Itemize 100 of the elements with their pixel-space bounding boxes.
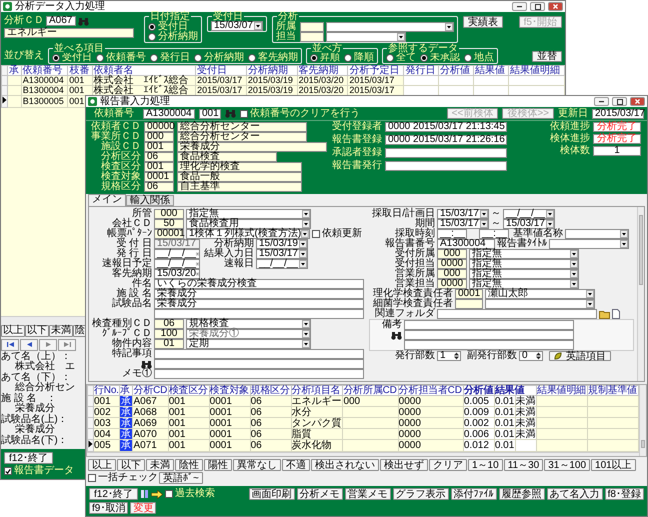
input-field[interactable] [404, 330, 574, 340]
dropdown[interactable]: 指定無 [186, 209, 311, 219]
dropdown[interactable]: 指定無 [469, 279, 579, 289]
dropdown[interactable]: 指定無 [469, 249, 579, 259]
column-header[interactable]: 承 [8, 66, 22, 76]
column-header[interactable]: 受付日 [196, 66, 246, 76]
spin-field[interactable]: 0 [519, 351, 543, 361]
minimize-button[interactable] [512, 2, 527, 11]
filter-button[interactable]: 1～10 [468, 459, 503, 471]
sort-button[interactable]: 並替 [532, 50, 562, 62]
filter-button[interactable]: 異常なし [233, 459, 281, 471]
column-header[interactable]: 検査区分 [168, 386, 210, 396]
input-field[interactable] [437, 309, 597, 319]
dropdown[interactable] [326, 22, 454, 32]
close-button[interactable] [548, 2, 563, 11]
filter-button[interactable]: クリア [429, 459, 467, 471]
column-header[interactable]: 依頼者名 [92, 66, 196, 76]
date-picker[interactable]: 15/03/17 [256, 249, 308, 259]
input-field[interactable]: A1300004 [437, 239, 495, 249]
filter-button[interactable]: 以下 [25, 324, 49, 336]
exit-button[interactable]: f12･終了 [89, 488, 138, 500]
filter-button[interactable]: 31～100 [544, 459, 590, 471]
column-header[interactable]: 規格区分 [250, 386, 292, 396]
row-header[interactable] [2, 96, 8, 108]
column-header[interactable]: 結果値明細 [536, 386, 588, 396]
input-field[interactable] [455, 299, 483, 309]
input-field[interactable] [300, 22, 324, 32]
column-header[interactable]: 分析項目名 [291, 386, 343, 396]
dropdown[interactable] [565, 229, 629, 239]
dropdown[interactable]: 食品検査用 [186, 219, 311, 229]
radio-button[interactable]: 依頼番号 [96, 53, 146, 63]
dropdown[interactable]: 規格検査 [186, 319, 311, 329]
input-field[interactable] [300, 32, 324, 42]
input-field[interactable] [154, 349, 364, 359]
radio-button[interactable]: 全て [386, 53, 416, 63]
bars-icon[interactable] [140, 489, 149, 499]
column-header[interactable]: 分析所属CD [342, 386, 398, 396]
column-header[interactable]: 枝番 [68, 66, 92, 76]
column-header[interactable]: 承 [120, 386, 133, 396]
input-field[interactable]: 0000 [437, 259, 467, 269]
english-items-button[interactable]: 英語項目 [549, 351, 611, 361]
input-field[interactable]: 000 [154, 209, 184, 219]
filter-button[interactable]: 検出されない [311, 459, 379, 471]
maximize-button[interactable] [612, 97, 627, 106]
date-picker[interactable]: __/__/__ [503, 209, 555, 219]
action-button[interactable]: f9･取消 [89, 502, 128, 514]
input-field[interactable] [404, 340, 574, 350]
english-button[interactable]: 英語ﾎﾞ~ [159, 472, 203, 484]
binoculars-icon[interactable] [141, 360, 152, 368]
minimize-button[interactable] [594, 97, 609, 106]
input-field[interactable]: 06 [154, 319, 184, 329]
input-field[interactable]: A067 [46, 16, 76, 26]
dropdown[interactable] [549, 239, 629, 249]
filter-button[interactable]: 未満 [146, 459, 174, 471]
checkbox[interactable]: 依頼番号のクリアを行う [240, 108, 360, 118]
filter-button[interactable]: 検出せず [380, 459, 428, 471]
action-button[interactable]: 履歴参照 [498, 488, 545, 500]
column-header[interactable]: 分析担当者CD [398, 386, 464, 396]
action-button[interactable]: 添付ﾌｧｲﾙ [450, 488, 497, 500]
checkbox[interactable]: 報告書データ [4, 466, 74, 476]
dropdown[interactable]: 指定無 [469, 259, 579, 269]
tab[interactable]: 輸入関係 [126, 195, 174, 206]
radio-button[interactable]: 分析納期 [148, 32, 198, 42]
exit-button[interactable]: f12･終了 [4, 452, 53, 464]
spin-field[interactable]: 1 [437, 351, 461, 361]
input-field[interactable]: 0001 [455, 289, 483, 299]
filter-button[interactable]: 以上 [1, 324, 25, 336]
column-header[interactable]: 結果値 [474, 66, 508, 76]
column-header[interactable]: 行No. [94, 386, 120, 396]
date-picker[interactable]: __/__/__ [256, 259, 308, 269]
dropdown[interactable] [326, 32, 406, 42]
report-button[interactable]: 実績表 [463, 16, 503, 28]
column-header[interactable]: 発行日 [404, 66, 439, 76]
radio-button[interactable]: 客先納期 [248, 53, 298, 63]
maximize-button[interactable] [530, 2, 545, 11]
date-picker[interactable]: 15/03/17 [437, 209, 489, 219]
column-header[interactable]: 結果値 [494, 386, 537, 396]
input-field[interactable]: 000 [437, 249, 467, 259]
input-field[interactable]: 栄養成分 [154, 299, 364, 309]
time-field[interactable]: __:__ [479, 229, 509, 239]
radio-button[interactable]: 降順 [344, 53, 374, 63]
action-button[interactable]: あて名入力 [546, 488, 603, 500]
checkbox[interactable]: 一括チェック [88, 473, 158, 483]
input-field[interactable]: 01 [154, 339, 184, 349]
filter-button[interactable]: 11～30 [504, 459, 544, 471]
previous-button[interactable] [20, 338, 38, 350]
filter-button[interactable]: 陰性 [175, 459, 203, 471]
column-header[interactable]: 分析納期 [246, 66, 298, 76]
input-field[interactable] [154, 369, 364, 379]
dropdown[interactable]: 指定無 [469, 269, 579, 279]
time-field[interactable]: __:__ [437, 229, 467, 239]
column-header[interactable]: 依頼番号 [21, 66, 68, 76]
date-picker[interactable]: __/__/__ [154, 259, 200, 269]
input-field[interactable]: エネルギー [4, 28, 134, 38]
column-header[interactable]: 分析値 [463, 386, 494, 396]
input-field[interactable]: いくらの栄養成分検査 [154, 279, 364, 289]
action-button[interactable]: 営業メモ [344, 488, 391, 500]
input-field[interactable] [154, 359, 364, 369]
last-record-button[interactable] [58, 338, 76, 350]
filter-button[interactable]: 陽性 [204, 459, 232, 471]
